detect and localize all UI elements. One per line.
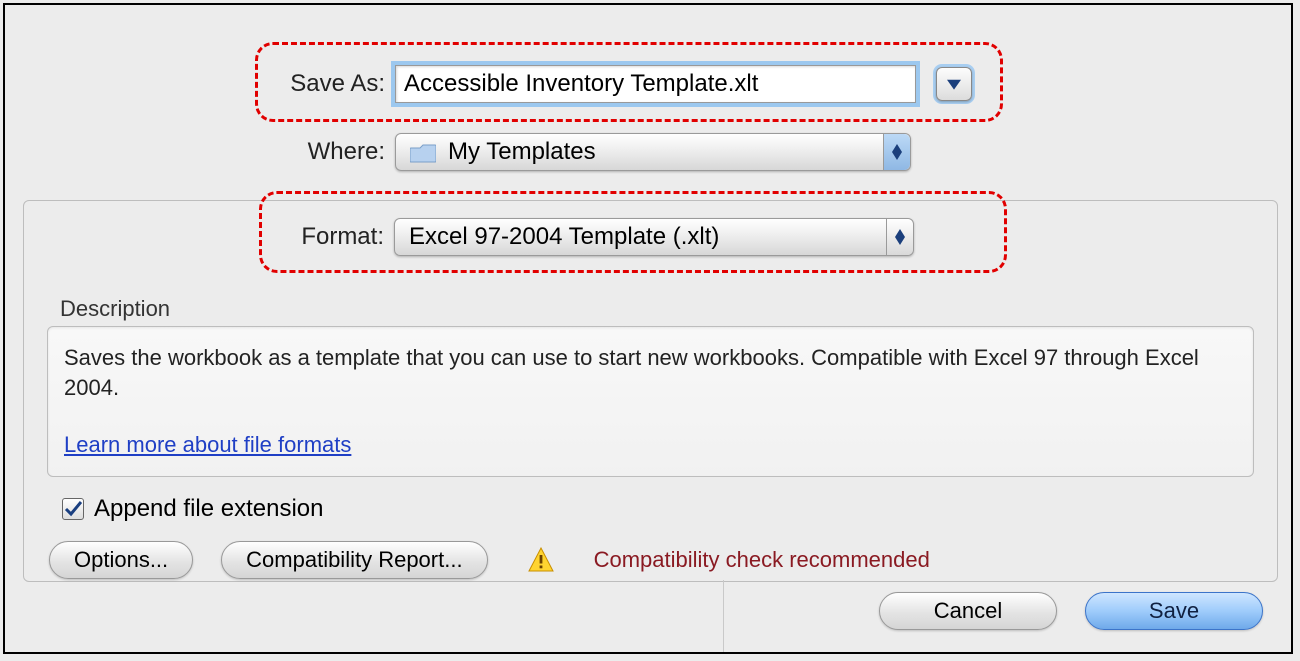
chevron-up-icon [892, 144, 902, 152]
where-stepper[interactable] [883, 134, 910, 170]
description-text: Saves the workbook as a template that yo… [64, 343, 1237, 402]
append-extension-label: Append file extension [94, 495, 324, 523]
chevron-down-icon [895, 237, 905, 245]
compatibility-report-button[interactable]: Compatibility Report... [221, 541, 487, 579]
where-popup[interactable]: My Templates [395, 133, 911, 171]
description-box: Saves the workbook as a template that yo… [47, 326, 1254, 477]
save-as-input[interactable] [395, 65, 916, 103]
format-row: Format: Excel 97-2004 Template (.xlt) [24, 218, 1277, 256]
format-popup[interactable]: Excel 97-2004 Template (.xlt) [394, 218, 914, 256]
description-heading: Description [60, 296, 1277, 322]
dialog-footer: Cancel Save [879, 592, 1263, 630]
disclosure-button[interactable] [936, 67, 972, 101]
chevron-down-icon [892, 152, 902, 160]
append-extension-row: Append file extension [62, 495, 1277, 523]
learn-more-link[interactable]: Learn more about file formats [64, 432, 351, 458]
save-dialog: Save As: Where: My Templates Format [3, 3, 1293, 654]
warning-icon [528, 547, 554, 573]
where-value: My Templates [448, 138, 596, 166]
format-section: Format: Excel 97-2004 Template (.xlt) De… [23, 200, 1278, 582]
where-label: Where: [5, 138, 385, 166]
chevron-down-icon [947, 77, 961, 91]
options-button[interactable]: Options... [49, 541, 193, 579]
format-value: Excel 97-2004 Template (.xlt) [409, 223, 719, 251]
vertical-separator [723, 580, 724, 652]
save-button[interactable]: Save [1085, 592, 1263, 630]
folder-icon [410, 142, 436, 162]
cancel-button[interactable]: Cancel [879, 592, 1057, 630]
save-as-row: Save As: [5, 65, 1291, 103]
format-label: Format: [24, 223, 384, 251]
append-extension-checkbox[interactable] [62, 498, 84, 520]
where-row: Where: My Templates [5, 133, 1291, 171]
checkmark-icon [64, 500, 82, 518]
format-stepper[interactable] [886, 219, 913, 255]
chevron-up-icon [895, 229, 905, 237]
compatibility-warning-text: Compatibility check recommended [594, 547, 930, 573]
save-as-label: Save As: [5, 70, 385, 98]
options-row: Options... Compatibility Report... Compa… [49, 541, 1277, 579]
